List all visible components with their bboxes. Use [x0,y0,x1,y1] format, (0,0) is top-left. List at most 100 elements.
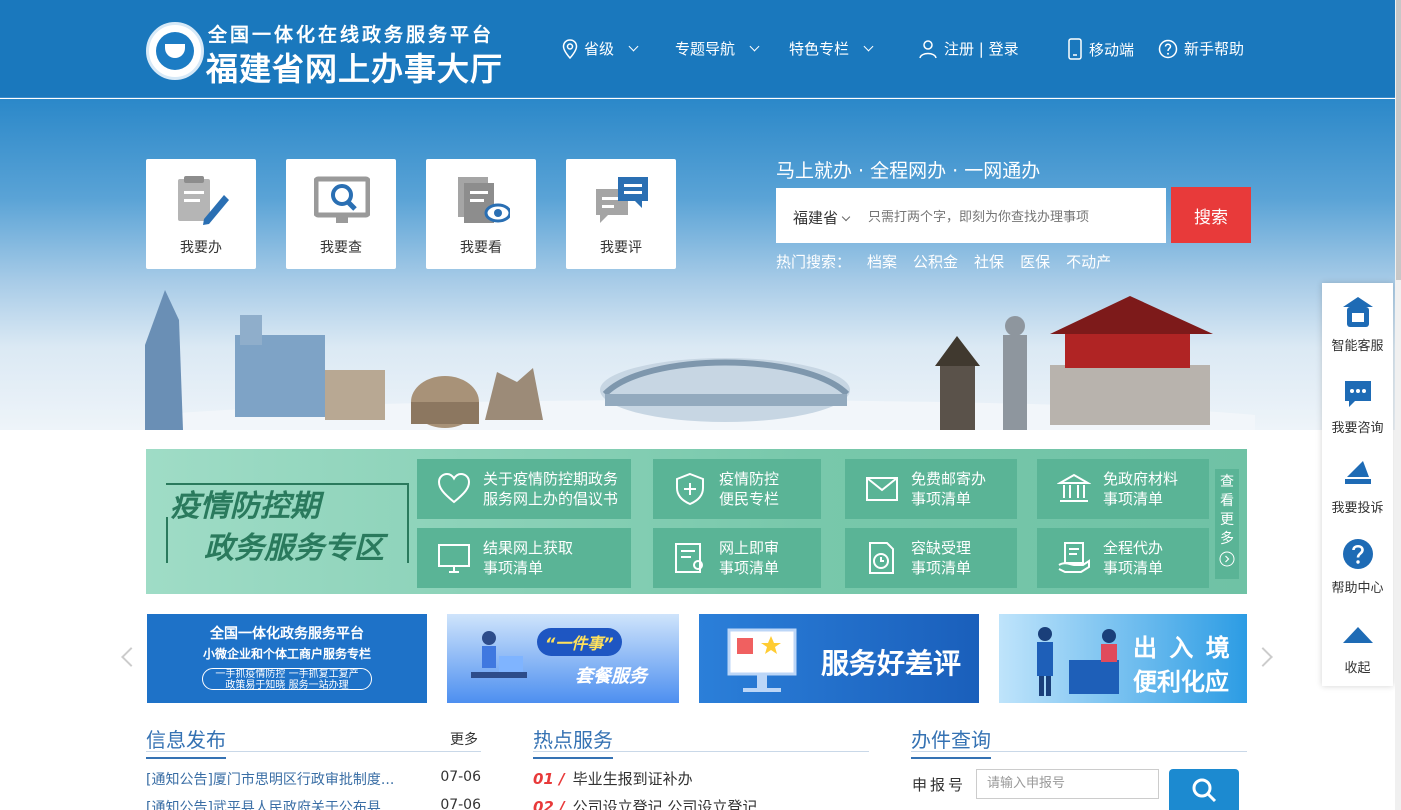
float-smart-service[interactable]: 智能客服 [1322,295,1393,354]
page-scrollbar-thumb[interactable] [1396,0,1401,280]
edit-document-icon [178,176,229,225]
more-char: 看 [1220,493,1234,509]
nav-province[interactable]: 省级 [562,38,639,59]
envelope-icon [866,477,898,501]
chat-bubbles-icon [596,177,648,223]
chevron-down-icon [749,41,760,52]
hot-search: 热门搜索： 档案 公积金 社保 医保 不动产 [776,251,1111,272]
hot-service-item[interactable]: 02 / 公司设立登记 公司设立登记 [533,796,757,810]
nav-register-login[interactable]: 注册 | 登录 [918,38,1019,59]
tile-view-label: 我要看 [460,240,502,256]
hot-term[interactable]: 医保 [1020,251,1050,272]
covid-item-tolerance[interactable]: 容缺受理 事项清单 [845,528,1017,588]
document-eye-icon [458,177,510,223]
float-collapse[interactable]: 收起 [1322,617,1393,676]
carousel-next-arrow[interactable] [1253,647,1273,667]
banner-small-business[interactable]: 全国一体化政务服务平台 小微企业和个体工商户服务专栏 一手抓疫情防控 一手抓复工… [147,614,427,703]
hot-term[interactable]: 社保 [974,251,1004,272]
search-icon [1192,778,1217,803]
id-card-icon [675,543,703,573]
covid-item-convenience[interactable]: 疫情防控 便民专栏 [653,459,821,519]
site-logo[interactable] [146,22,204,80]
search-province-select[interactable]: 福建省 [793,207,851,228]
banner-service-rating[interactable]: 服务好差评 [699,614,979,703]
tile-rate[interactable]: 我要评 [566,159,676,269]
covid-item-proxy[interactable]: 全程代办 事项清单 [1037,528,1209,588]
search-input[interactable] [868,201,1158,231]
news-date: 07-06 [440,797,481,810]
tile-rate-label: 我要评 [600,240,642,256]
rating-board-illustration [727,628,797,692]
monitor-icon [438,544,470,573]
tile-view[interactable]: 我要看 [426,159,536,269]
carousel-prev-arrow[interactable] [121,647,141,667]
covid-item-line: 容缺受理 [911,539,972,557]
chevron-down-icon [841,212,851,222]
float-consult[interactable]: 我要咨询 [1322,377,1393,436]
hot-service-item[interactable]: 01 / 毕业生报到证补办 [533,768,693,789]
mobile-label: 移动端 [1089,40,1135,59]
nav-topics-label: 专题导航 [675,40,736,58]
hot-term[interactable]: 公积金 [913,251,958,272]
hot-service-number: 01 / [533,770,565,788]
covid-item-line: 疫情防控 [719,470,780,488]
search-button[interactable]: 搜索 [1171,187,1251,243]
covid-item-line: 事项清单 [911,490,972,508]
covid-more-button[interactable]: 查 看 更 多 [1215,469,1239,579]
float-item-label: 我要投诉 [1331,501,1384,516]
brand-title[interactable]: 福建省网上办事大厅 [206,44,503,90]
query-section-title: 办件查询 [911,724,991,759]
covid-item-free-mail[interactable]: 免费邮寄办 事项清单 [845,459,1017,519]
banner-subtitle: 便利化应用 [1133,668,1229,696]
heart-icon [437,472,471,504]
covid-item-no-gov-material[interactable]: 免政府材料 事项清单 [1037,459,1209,519]
help-label: 新手帮助 [1184,40,1245,58]
search-box: 福建省 [776,188,1166,243]
tile-search-label: 我要查 [320,240,362,256]
float-complaint[interactable]: 我要投诉 [1322,457,1393,516]
nav-topics[interactable]: 专题导航 [675,38,760,59]
chevron-down-icon [628,41,639,52]
monitor-search-icon [314,176,370,223]
more-char: 多 [1220,531,1234,547]
query-search-button[interactable] [1169,769,1239,810]
tile-search[interactable]: 我要查 [286,159,396,269]
question-icon [1158,39,1178,58]
covid-item-instant-review[interactable]: 网上即审 事项清单 [653,528,821,588]
banner-title: 服务好差评 [821,647,962,680]
search-province-label: 福建省 [793,209,839,227]
city-skyline-illustration [145,290,1255,430]
covid-item-initiative[interactable]: 关于疫情防控期政务 服务网上办的倡议书 [417,459,631,519]
float-help-center[interactable]: 帮助中心 [1322,537,1393,596]
news-date: 07-06 [440,769,481,785]
shield-plus-icon [676,472,704,506]
banner-subtitle: 套餐服务 [575,666,647,687]
nav-help[interactable]: 新手帮助 [1158,38,1244,59]
banner-exit-entry[interactable]: 出 入 境 便利化应用 [999,614,1247,703]
banner-title: 全国一体化政务服务平台 [210,626,364,642]
hot-service-number: 02 / [533,798,565,810]
covid-item-online-result[interactable]: 结果网上获取 事项清单 [417,528,631,588]
chevron-down-icon [863,41,874,52]
news-item[interactable]: [通知公告]厦门市思明区行政审批制度... 07-06 [146,769,481,789]
brand-subtitle: 全国一体化在线政务服务平台 [208,24,495,46]
nav-special[interactable]: 特色专栏 [789,38,874,59]
news-item[interactable]: [通知公告]武平县人民政府关于公布县... 07-06 [146,797,481,810]
nav-mobile[interactable]: 移动端 [1067,38,1134,60]
covid-item-line: 事项清单 [1103,490,1164,508]
clock-document-icon [869,542,894,574]
government-building-icon [1057,473,1091,502]
banner-one-thing[interactable]: “一件事” 套餐服务 [447,614,679,703]
float-item-label: 智能客服 [1331,339,1384,354]
covid-item-line: 免政府材料 [1103,470,1179,488]
banner-subtitle: 小微企业和个体工商户服务专栏 [202,647,371,661]
float-item-label: 收起 [1344,661,1371,676]
hot-term[interactable]: 档案 [867,251,897,272]
covid-zone-title-line2: 政务服务专区 [204,531,384,566]
news-title: [通知公告]武平县人民政府关于公布县... [146,800,395,810]
application-number-input[interactable]: 请输入申报号 [976,769,1159,799]
mobile-phone-icon [1068,38,1082,60]
info-more-link[interactable]: 更多 [450,729,478,749]
hot-term[interactable]: 不动产 [1066,251,1111,272]
tile-do[interactable]: 我要办 [146,159,256,269]
